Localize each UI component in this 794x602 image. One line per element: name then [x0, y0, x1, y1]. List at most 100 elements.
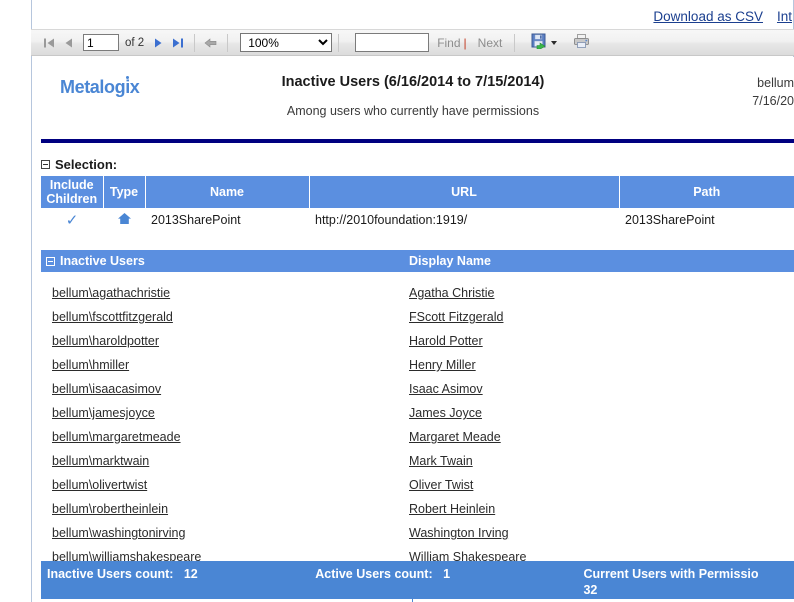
cell-path: 2013SharePoint	[625, 213, 715, 227]
inactive-users-collapse-toggle[interactable]	[46, 256, 55, 266]
first-page-button[interactable]	[41, 35, 57, 51]
zoom-select[interactable]: 100%	[240, 33, 333, 52]
table-row: bellum\jamesjoyce James Joyce	[41, 401, 794, 425]
user-account-link[interactable]: bellum\robertheinlein	[52, 502, 168, 516]
last-page-button[interactable]	[170, 35, 186, 51]
toolbar-separator-4	[514, 33, 516, 52]
cell-account: bellum\fscottfitzgerald	[41, 310, 409, 324]
page-break-tick	[412, 594, 413, 602]
column-header-name: Name	[145, 176, 310, 208]
column-header-display-name: Display Name	[409, 254, 491, 268]
find-next-separator: |	[463, 35, 467, 50]
cell-display-name: Isaac Asimov	[409, 382, 794, 396]
save-disk-icon	[531, 33, 548, 52]
user-account-link[interactable]: bellum\agathachristie	[52, 286, 170, 300]
printer-icon	[573, 33, 590, 52]
table-row: bellum\olivertwist Oliver Twist	[41, 473, 794, 497]
cell-account: bellum\robertheinlein	[41, 502, 409, 516]
selection-section-label: Selection:	[55, 157, 118, 172]
integration-link-truncated[interactable]: Int	[777, 9, 792, 24]
report-header: Metalogix Inactive Users (6/16/2014 to 7…	[32, 57, 794, 135]
selection-section-header: Selection:	[41, 157, 794, 172]
selection-table: Include Children Type Name URL Path ✓ 20…	[41, 176, 794, 232]
cell-display-name: Henry Miller	[409, 358, 794, 372]
back-to-parent-report-button[interactable]	[203, 35, 219, 51]
selection-collapse-toggle[interactable]	[41, 160, 50, 169]
summary-active-count: 1	[443, 567, 451, 581]
user-display-name-link[interactable]: Harold Potter	[409, 334, 483, 348]
summary-inactive-count: 12	[183, 567, 198, 581]
next-page-button[interactable]	[150, 35, 166, 51]
toolbar-separator-2	[227, 33, 229, 52]
user-display-name-link[interactable]: Oliver Twist	[409, 478, 473, 492]
table-row: bellum\agathachristie Agatha Christie	[41, 281, 794, 305]
find-button[interactable]: Find	[437, 36, 460, 50]
user-account-link[interactable]: bellum\jamesjoyce	[52, 406, 155, 420]
user-account-link[interactable]: bellum\hmiller	[52, 358, 129, 372]
user-account-link[interactable]: bellum\haroldpotter	[52, 334, 159, 348]
summary-permissions-label: Current Users with Permissio	[583, 567, 759, 581]
toolbar-separator-3	[338, 33, 340, 52]
header-divider	[41, 139, 794, 143]
cell-account: bellum\haroldpotter	[41, 334, 409, 348]
cell-account: bellum\margaretmeade	[41, 430, 409, 444]
user-display-name-link[interactable]: Henry Miller	[409, 358, 476, 372]
page-number-input[interactable]	[83, 34, 119, 51]
toolbar-separator-1	[194, 33, 196, 52]
download-as-csv-link[interactable]: Download as CSV	[653, 9, 763, 24]
previous-page-button[interactable]	[61, 35, 77, 51]
checkmark-icon: ✓	[65, 211, 79, 229]
export-button[interactable]	[531, 33, 558, 52]
cell-account: bellum\marktwain	[41, 454, 409, 468]
cell-name: 2013SharePoint	[151, 213, 241, 227]
find-input[interactable]	[355, 33, 430, 52]
user-display-name-link[interactable]: FScott Fitzgerald	[409, 310, 503, 324]
table-row: bellum\marktwain Mark Twain	[41, 449, 794, 473]
user-display-name-link[interactable]: Isaac Asimov	[409, 382, 483, 396]
cell-display-name: Washington Irving	[409, 526, 794, 540]
cell-type	[103, 208, 145, 232]
report-viewer-page: Download as CSV Int of 2	[0, 0, 794, 602]
cell-display-name: Agatha Christie	[409, 286, 794, 300]
summary-active-users: Active Users count: 1	[309, 566, 577, 582]
summary-active-label: Active Users count:	[315, 567, 433, 581]
cell-account: bellum\agathachristie	[41, 286, 409, 300]
cell-display-name: Margaret Meade	[409, 430, 794, 444]
cell-display-name: Robert Heinlein	[409, 502, 794, 516]
user-display-name-link[interactable]: Margaret Meade	[409, 430, 501, 444]
user-display-name-link[interactable]: James Joyce	[409, 406, 482, 420]
report-toolbar: of 2 100% Find | Next	[31, 29, 794, 56]
user-account-link[interactable]: bellum\isaacasimov	[52, 382, 161, 396]
cell-include-children: ✓	[41, 208, 103, 232]
table-row: bellum\margaretmeade Margaret Meade	[41, 425, 794, 449]
summary-inactive-users: Inactive Users count: 12	[41, 566, 309, 582]
user-account-link[interactable]: bellum\washingtonirving	[52, 526, 185, 540]
table-row: bellum\washingtonirving Washington Irving	[41, 521, 794, 545]
cell-url: http://2010foundation:1919/	[315, 213, 468, 227]
user-display-name-link[interactable]: Robert Heinlein	[409, 502, 495, 516]
inactive-users-list: bellum\agathachristie Agatha Christie bell…	[41, 272, 794, 569]
cell-display-name: James Joyce	[409, 406, 794, 420]
inactive-users-header-left: Inactive Users	[41, 254, 409, 268]
report-meta-date: 7/16/20	[752, 94, 794, 108]
user-account-link[interactable]: bellum\marktwain	[52, 454, 149, 468]
page-count-label: of 2	[125, 36, 145, 49]
user-display-name-link[interactable]: Agatha Christie	[409, 286, 494, 300]
user-account-link[interactable]: bellum\fscottfitzgerald	[52, 310, 173, 324]
home-icon	[117, 213, 132, 228]
cell-account: bellum\olivertwist	[41, 478, 409, 492]
user-display-name-link[interactable]: Mark Twain	[409, 454, 473, 468]
report-title: Inactive Users (6/16/2014 to 7/15/2014)	[281, 74, 545, 90]
summary-bar: Inactive Users count: 12 Active Users co…	[41, 561, 794, 599]
user-account-link[interactable]: bellum\margaretmeade	[52, 430, 181, 444]
user-display-name-link[interactable]: Washington Irving	[409, 526, 509, 540]
selection-header-row: Include Children Type Name URL Path	[41, 176, 794, 208]
print-button[interactable]	[573, 33, 590, 52]
find-next-button[interactable]: Next	[478, 36, 503, 50]
export-dropdown-caret-icon[interactable]	[551, 40, 558, 45]
user-account-link[interactable]: bellum\olivertwist	[52, 478, 147, 492]
table-row: bellum\isaacasimov Isaac Asimov	[41, 377, 794, 401]
report-subtitle: Among users who currently have permissio…	[286, 104, 540, 118]
table-row: bellum\hmiller Henry Miller	[41, 353, 794, 377]
column-header-path: Path	[619, 176, 794, 208]
